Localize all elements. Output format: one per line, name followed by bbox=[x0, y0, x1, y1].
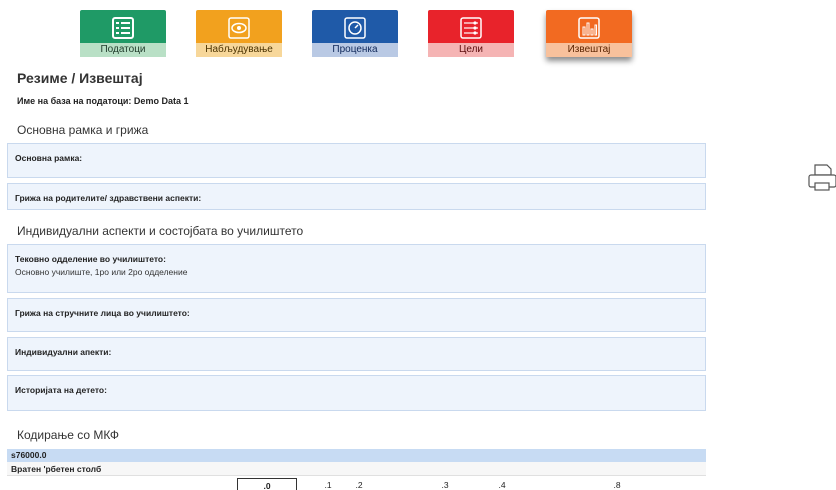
tab-report-label: Извештај bbox=[546, 43, 632, 57]
tab-data-label: Податоци bbox=[80, 43, 166, 57]
tab-data[interactable]: Податоци bbox=[80, 10, 166, 57]
tab-assessment-label: Проценка bbox=[312, 43, 398, 57]
bar-chart-icon bbox=[578, 17, 600, 39]
field-label: Основна рамка: bbox=[15, 153, 83, 163]
printer-icon[interactable] bbox=[807, 161, 836, 191]
field-current-grade: Тековно одделение во училиштето: Основно… bbox=[7, 244, 706, 293]
list-icon bbox=[112, 17, 134, 39]
field-basic-framework: Основна рамка: bbox=[7, 143, 706, 178]
tab-observation[interactable]: Набљудување bbox=[196, 10, 282, 57]
icf-qualifiers: .0 .1 .2 .3 .4 .8 bbox=[7, 476, 706, 490]
section-title-framework: Основна рамка и грижа bbox=[17, 123, 149, 137]
field-label: Тековно одделение во училиштето: bbox=[15, 254, 166, 264]
qualifier-option[interactable]: .8 bbox=[587, 478, 647, 490]
section-title-icf: Кодирање со МКФ bbox=[17, 428, 120, 442]
sliders-icon bbox=[460, 17, 482, 39]
field-label: Индивидуални апекти: bbox=[15, 347, 112, 357]
qualifier-option[interactable]: .3 bbox=[415, 478, 475, 490]
field-child-history: Историјата на детето: bbox=[7, 375, 706, 411]
gauge-icon bbox=[344, 17, 366, 39]
tab-observation-label: Набљудување bbox=[196, 43, 282, 57]
database-name: Име на база на податоци: Demo Data 1 bbox=[17, 96, 189, 106]
qualifier-option[interactable]: .0 bbox=[237, 478, 297, 490]
field-school-staff-care: Грижа на стручните лица во училиштето: bbox=[7, 298, 706, 332]
field-value: Основно училиште, 1ро или 2ро одделение bbox=[15, 267, 188, 277]
tab-report[interactable]: Извештај bbox=[546, 10, 632, 57]
icf-description: Вратен 'рбетен столб bbox=[7, 462, 706, 476]
icf-code: s76000.0 bbox=[7, 449, 706, 462]
field-label: Историјата на детето: bbox=[15, 385, 107, 395]
qualifier-option[interactable]: .4 bbox=[472, 478, 532, 490]
tab-goals[interactable]: Цели bbox=[428, 10, 514, 57]
tab-assessment[interactable]: Проценка bbox=[312, 10, 398, 57]
section-title-individual: Индивидуални аспекти и состојбата во учи… bbox=[17, 224, 304, 238]
tab-goals-label: Цели bbox=[428, 43, 514, 57]
page-title: Резиме / Извештај bbox=[17, 70, 143, 86]
field-label: Грижа на стручните лица во училиштето: bbox=[15, 308, 190, 318]
eye-icon bbox=[228, 17, 250, 39]
field-individual-aspects: Индивидуални апекти: bbox=[7, 337, 706, 371]
field-label: Грижа на родителите/ здравствени аспекти… bbox=[15, 193, 202, 203]
qualifier-option[interactable]: .2 bbox=[329, 478, 389, 490]
field-parental-care: Грижа на родителите/ здравствени аспекти… bbox=[7, 183, 706, 210]
